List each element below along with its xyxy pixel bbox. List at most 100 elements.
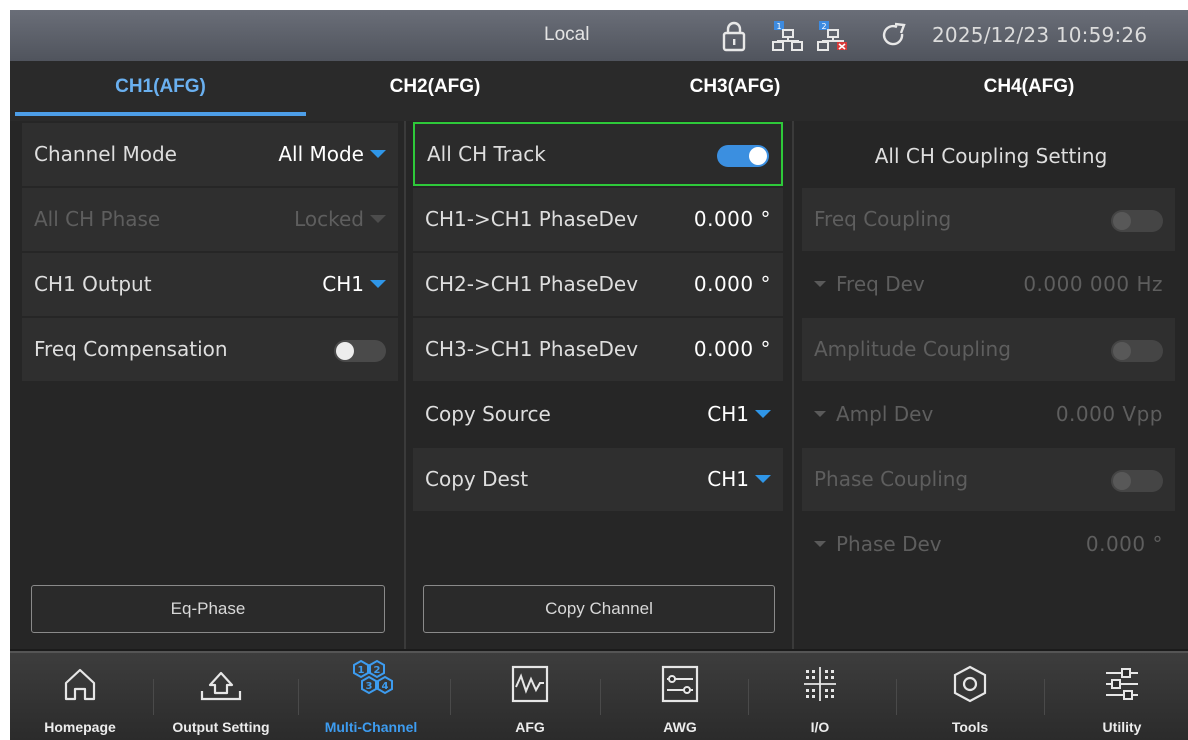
nav-multi-channel[interactable]: 1234 Multi-Channel: [306, 653, 436, 740]
amplitude-coupling-label: Amplitude Coupling: [814, 337, 1011, 361]
tab-ch2[interactable]: CH2(AFG): [350, 61, 520, 121]
dropdown-caret-icon: [370, 149, 386, 158]
freq-coupling-toggle: [1111, 210, 1163, 232]
nav-divider: [450, 679, 451, 715]
ch3-phasedev-row[interactable]: CH3->CH1 PhaseDev 0.000 °: [413, 318, 783, 381]
ch2-phasedev-value[interactable]: 0.000 °: [694, 272, 771, 296]
nav-label: I/O: [810, 719, 830, 735]
phase-dev-value: 0.000 °: [1085, 532, 1163, 556]
toggle-knob: [1113, 342, 1131, 360]
all-ch-phase-row: All CH Phase Locked: [22, 188, 398, 251]
nav-divider: [153, 679, 154, 715]
ampl-dev-row: Ampl Dev 0.000 Vpp: [802, 383, 1175, 446]
eq-phase-button[interactable]: Eq-Phase: [31, 585, 385, 633]
nav-homepage[interactable]: Homepage: [20, 653, 140, 740]
nav-divider: [1044, 679, 1045, 715]
freq-compensation-row[interactable]: Freq Compensation: [22, 318, 398, 381]
copy-channel-button[interactable]: Copy Channel: [423, 585, 775, 633]
copy-dest-label: Copy Dest: [425, 467, 529, 491]
bottom-navigation: Homepage Output Setting 1234 Multi-Chann…: [10, 651, 1188, 740]
freq-dev-label: Freq Dev: [814, 272, 925, 296]
instrument-screen: Local 1 2 2025/12/23 10:59:26 CH1(AFG) C…: [10, 10, 1188, 740]
amplitude-coupling-row: Amplitude Coupling: [802, 318, 1175, 381]
nav-label: Tools: [951, 719, 989, 735]
network-1-icon[interactable]: 1: [772, 20, 804, 52]
nav-label: AFG: [515, 719, 545, 735]
nav-divider: [298, 679, 299, 715]
copy-source-value[interactable]: CH1: [707, 402, 771, 426]
nav-label: Utility: [1102, 719, 1142, 735]
ch1-phasedev-label: CH1->CH1 PhaseDev: [425, 207, 639, 231]
freq-dev-value: 0.000 000 Hz: [1023, 272, 1163, 296]
freq-compensation-label: Freq Compensation: [34, 337, 228, 361]
svg-text:2: 2: [821, 22, 826, 31]
nav-awg[interactable]: AWG: [620, 653, 740, 740]
nav-divider: [600, 679, 601, 715]
freq-coupling-row: Freq Coupling: [802, 188, 1175, 251]
nav-tools[interactable]: Tools: [910, 653, 1030, 740]
copy-source-row[interactable]: Copy Source CH1: [413, 383, 783, 446]
tab-ch3[interactable]: CH3(AFG): [650, 61, 820, 121]
phase-coupling-row: Phase Coupling: [802, 448, 1175, 511]
nav-label: Homepage: [44, 719, 116, 735]
channel-mode-label: Channel Mode: [34, 142, 177, 166]
network-2-disconnected-icon[interactable]: 2: [817, 20, 849, 52]
copy-dest-row[interactable]: Copy Dest CH1: [413, 448, 783, 511]
ch1-output-value[interactable]: CH1: [322, 272, 386, 296]
dropdown-caret-icon: [755, 409, 771, 418]
home-icon: [64, 668, 96, 701]
tools-hexagon-icon: [953, 665, 987, 703]
nav-label: Output Setting: [172, 719, 270, 735]
output-setting-icon: [200, 671, 242, 701]
phase-coupling-toggle: [1111, 470, 1163, 492]
copy-dest-value[interactable]: CH1: [707, 467, 771, 491]
focus-highlight: [413, 122, 783, 186]
active-tab-underline: [15, 112, 306, 116]
status-bar: Local 1 2 2025/12/23 10:59:26: [10, 10, 1188, 61]
collapse-caret-icon: [814, 540, 826, 547]
status-datetime: 2025/12/23 10:59:26: [932, 23, 1148, 47]
ampl-dev-value: 0.000 Vpp: [1055, 402, 1163, 426]
nav-io[interactable]: I/O: [760, 653, 880, 740]
ch1-phasedev-value[interactable]: 0.000 °: [694, 207, 771, 231]
toggle-knob: [336, 342, 354, 360]
toggle-knob: [1113, 472, 1131, 490]
tab-ch4[interactable]: CH4(AFG): [944, 61, 1114, 121]
channel-mode-row[interactable]: Channel Mode All Mode: [22, 123, 398, 186]
nav-afg[interactable]: AFG: [470, 653, 590, 740]
phase-coupling-label: Phase Coupling: [814, 467, 969, 491]
amplitude-coupling-toggle: [1111, 340, 1163, 362]
collapse-caret-icon: [814, 410, 826, 417]
multi-channel-icon: 1 23 4: [353, 659, 393, 695]
phase-dev-row: Phase Dev 0.000 °: [802, 513, 1175, 576]
io-grid-icon: [804, 667, 836, 701]
svg-text:4: 4: [382, 681, 389, 692]
svg-text:3: 3: [366, 681, 373, 692]
svg-text:1: 1: [358, 665, 365, 676]
nav-label: AWG: [663, 719, 697, 735]
lock-icon[interactable]: [721, 20, 747, 52]
copy-source-label: Copy Source: [425, 402, 551, 426]
channel-mode-value[interactable]: All Mode: [278, 142, 386, 166]
channel-tab-bar: CH1(AFG) CH2(AFG) CH3(AFG) CH4(AFG): [10, 61, 1188, 121]
nav-utility[interactable]: Utility: [1062, 653, 1182, 740]
ch1-phasedev-row[interactable]: CH1->CH1 PhaseDev 0.000 °: [413, 188, 783, 251]
all-ch-phase-label: All CH Phase: [34, 207, 161, 231]
ampl-dev-label: Ampl Dev: [814, 402, 933, 426]
freq-compensation-toggle[interactable]: [334, 340, 386, 362]
nav-divider: [896, 679, 897, 715]
ch2-phasedev-row[interactable]: CH2->CH1 PhaseDev 0.000 °: [413, 253, 783, 316]
nav-divider: [748, 679, 749, 715]
ch1-output-row[interactable]: CH1 Output CH1: [22, 253, 398, 316]
ch1-output-label: CH1 Output: [34, 272, 152, 296]
nav-output-setting[interactable]: Output Setting: [156, 653, 286, 740]
status-mode: Local: [544, 24, 590, 45]
ch3-phasedev-value[interactable]: 0.000 °: [694, 337, 771, 361]
dropdown-caret-icon: [370, 279, 386, 288]
svg-text:2: 2: [374, 665, 381, 676]
toggle-knob: [1113, 212, 1131, 230]
nav-label: Multi-Channel: [324, 719, 418, 735]
dropdown-caret-icon: [755, 474, 771, 483]
freq-dev-row: Freq Dev 0.000 000 Hz: [802, 253, 1175, 316]
refresh-icon[interactable]: [880, 20, 908, 52]
